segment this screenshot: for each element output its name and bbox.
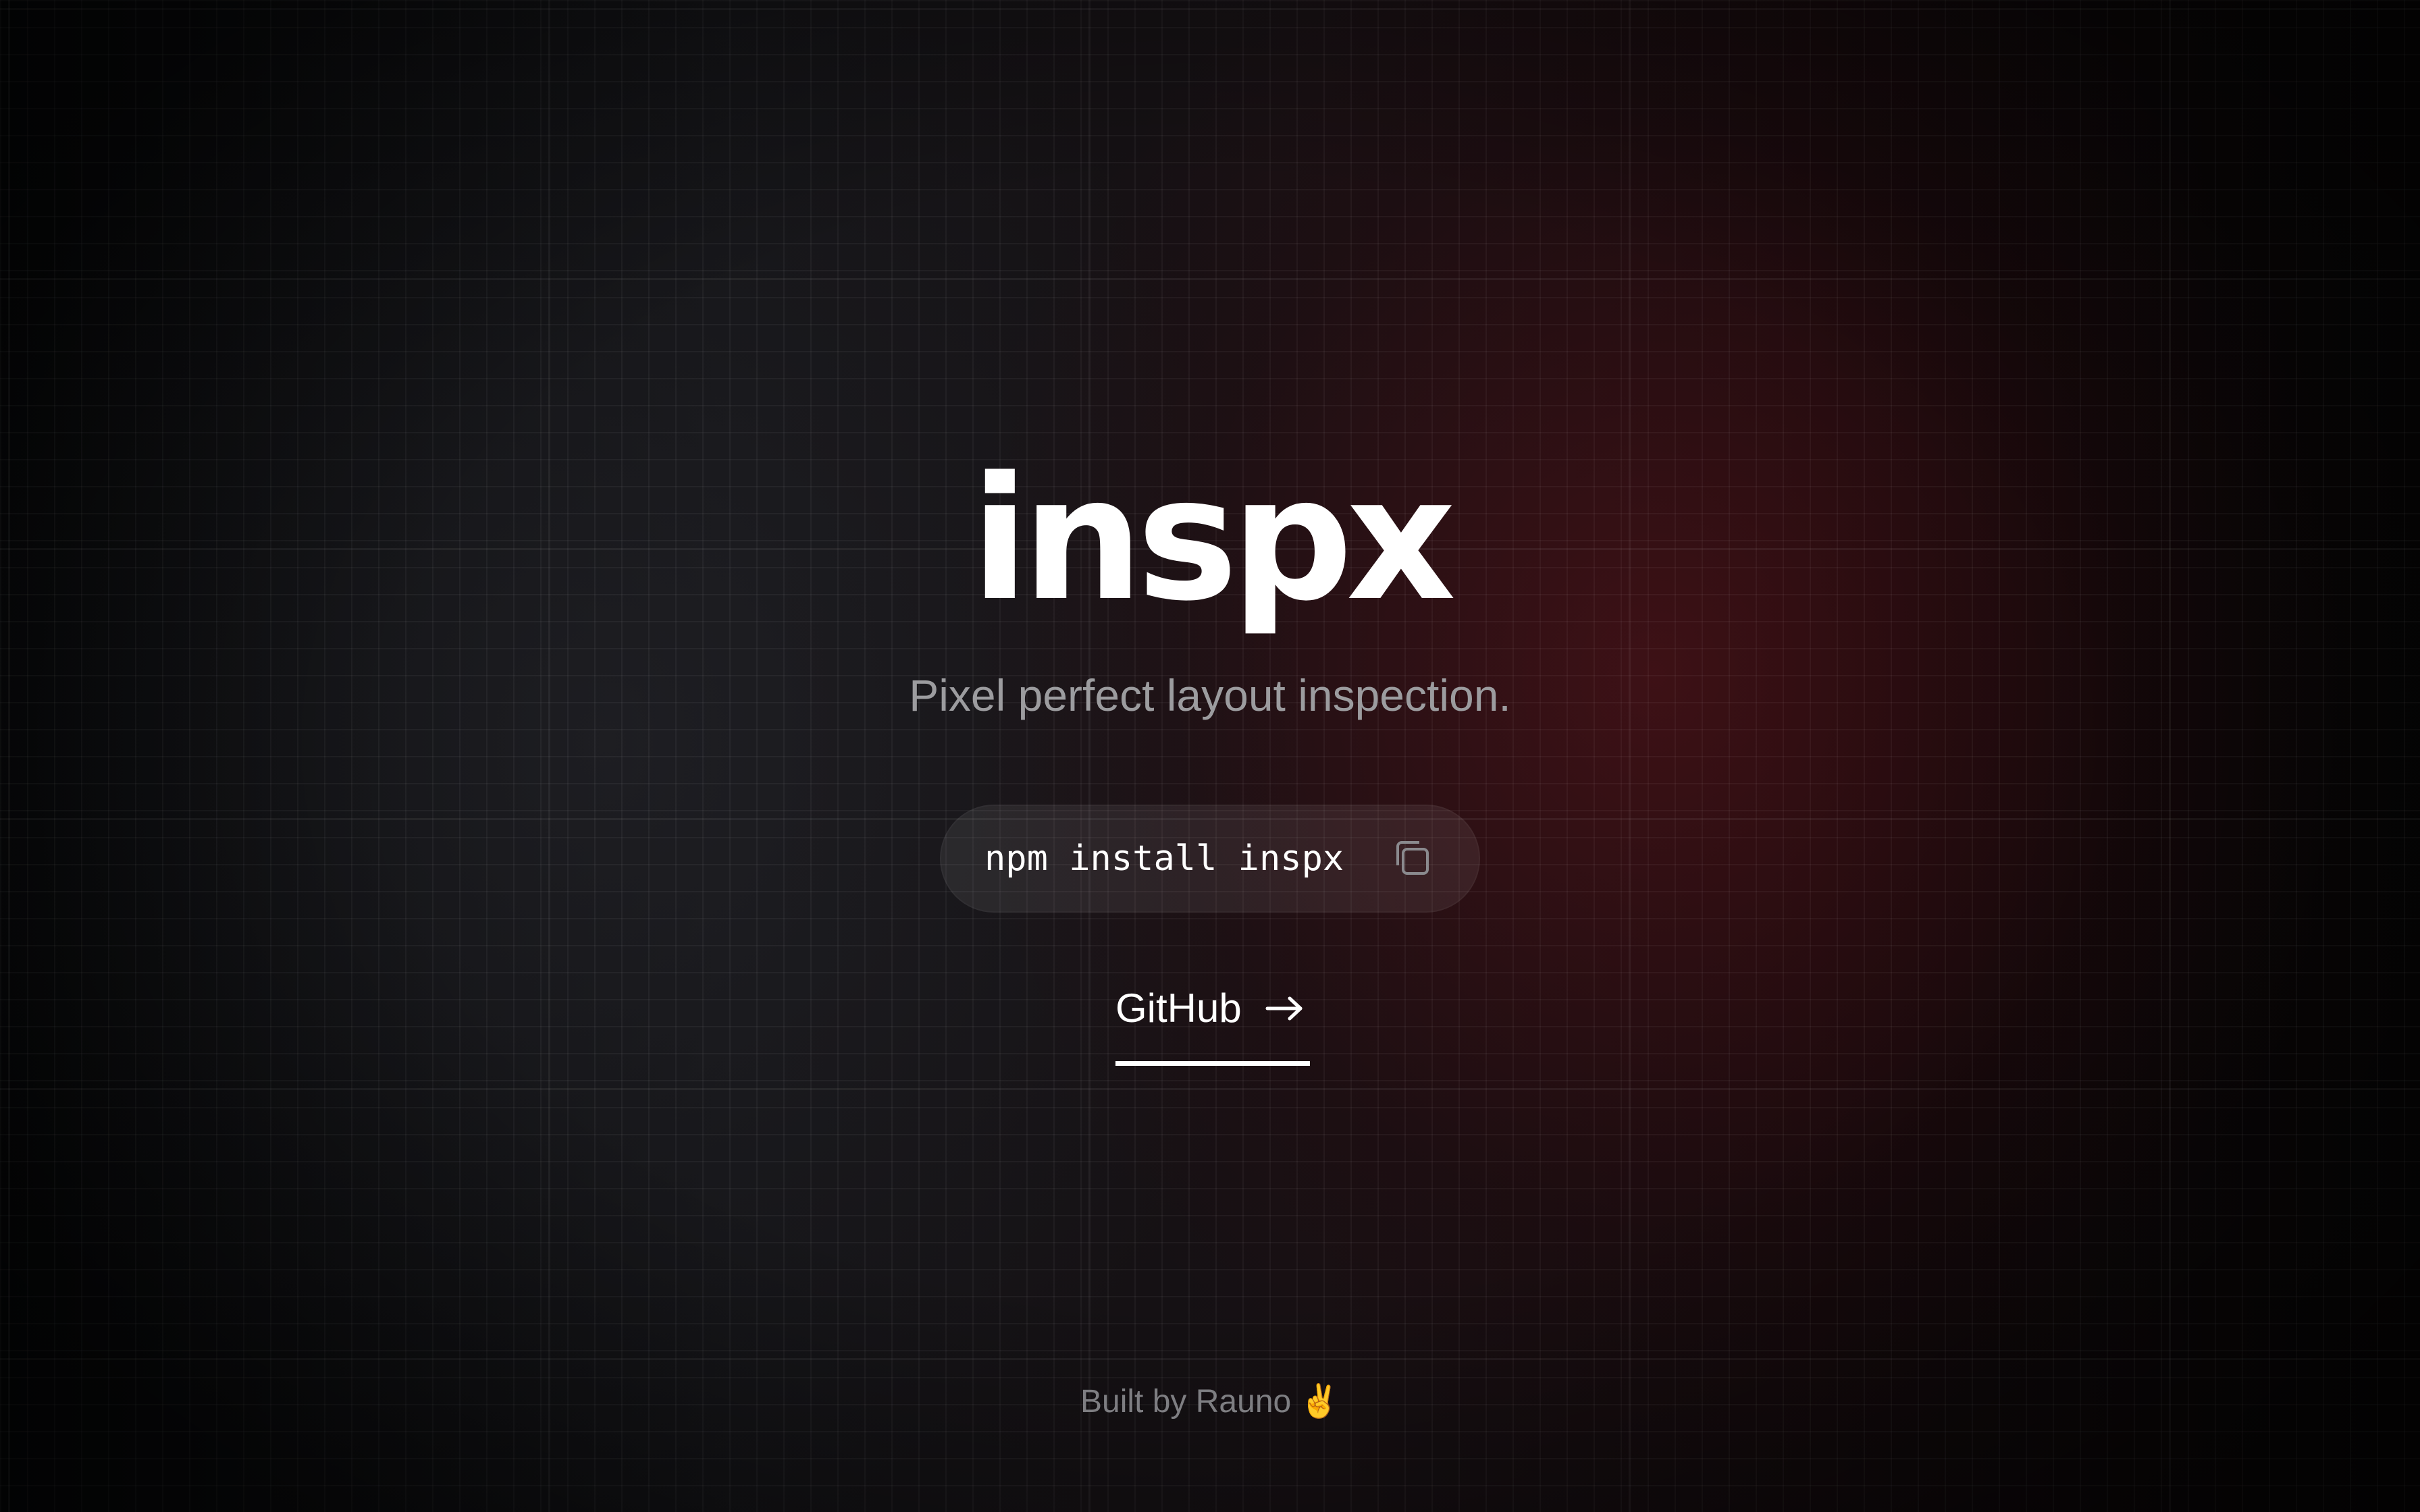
github-link-label: GitHub	[1115, 986, 1242, 1031]
footer-credit: Built by Rauno ✌️	[0, 1378, 2420, 1426]
arrow-right-icon	[1265, 995, 1305, 1022]
footer-text: Built by Rauno	[1080, 1384, 1292, 1420]
github-link[interactable]: GitHub	[1115, 980, 1310, 1068]
page-subtitle: Pixel perfect layout inspection.	[909, 670, 1511, 720]
copy-button[interactable]	[1390, 836, 1436, 882]
copy-icon	[1390, 836, 1436, 882]
github-link-underline	[1115, 1061, 1310, 1066]
victory-hand-icon: ✌️	[1299, 1384, 1340, 1420]
hero-section: inspx Pixel perfect layout inspection. n…	[0, 0, 2420, 1512]
install-command-box: npm install inspx	[940, 805, 1480, 913]
page-title: inspx	[970, 441, 1456, 639]
install-command-text[interactable]: npm install inspx	[984, 806, 1344, 911]
